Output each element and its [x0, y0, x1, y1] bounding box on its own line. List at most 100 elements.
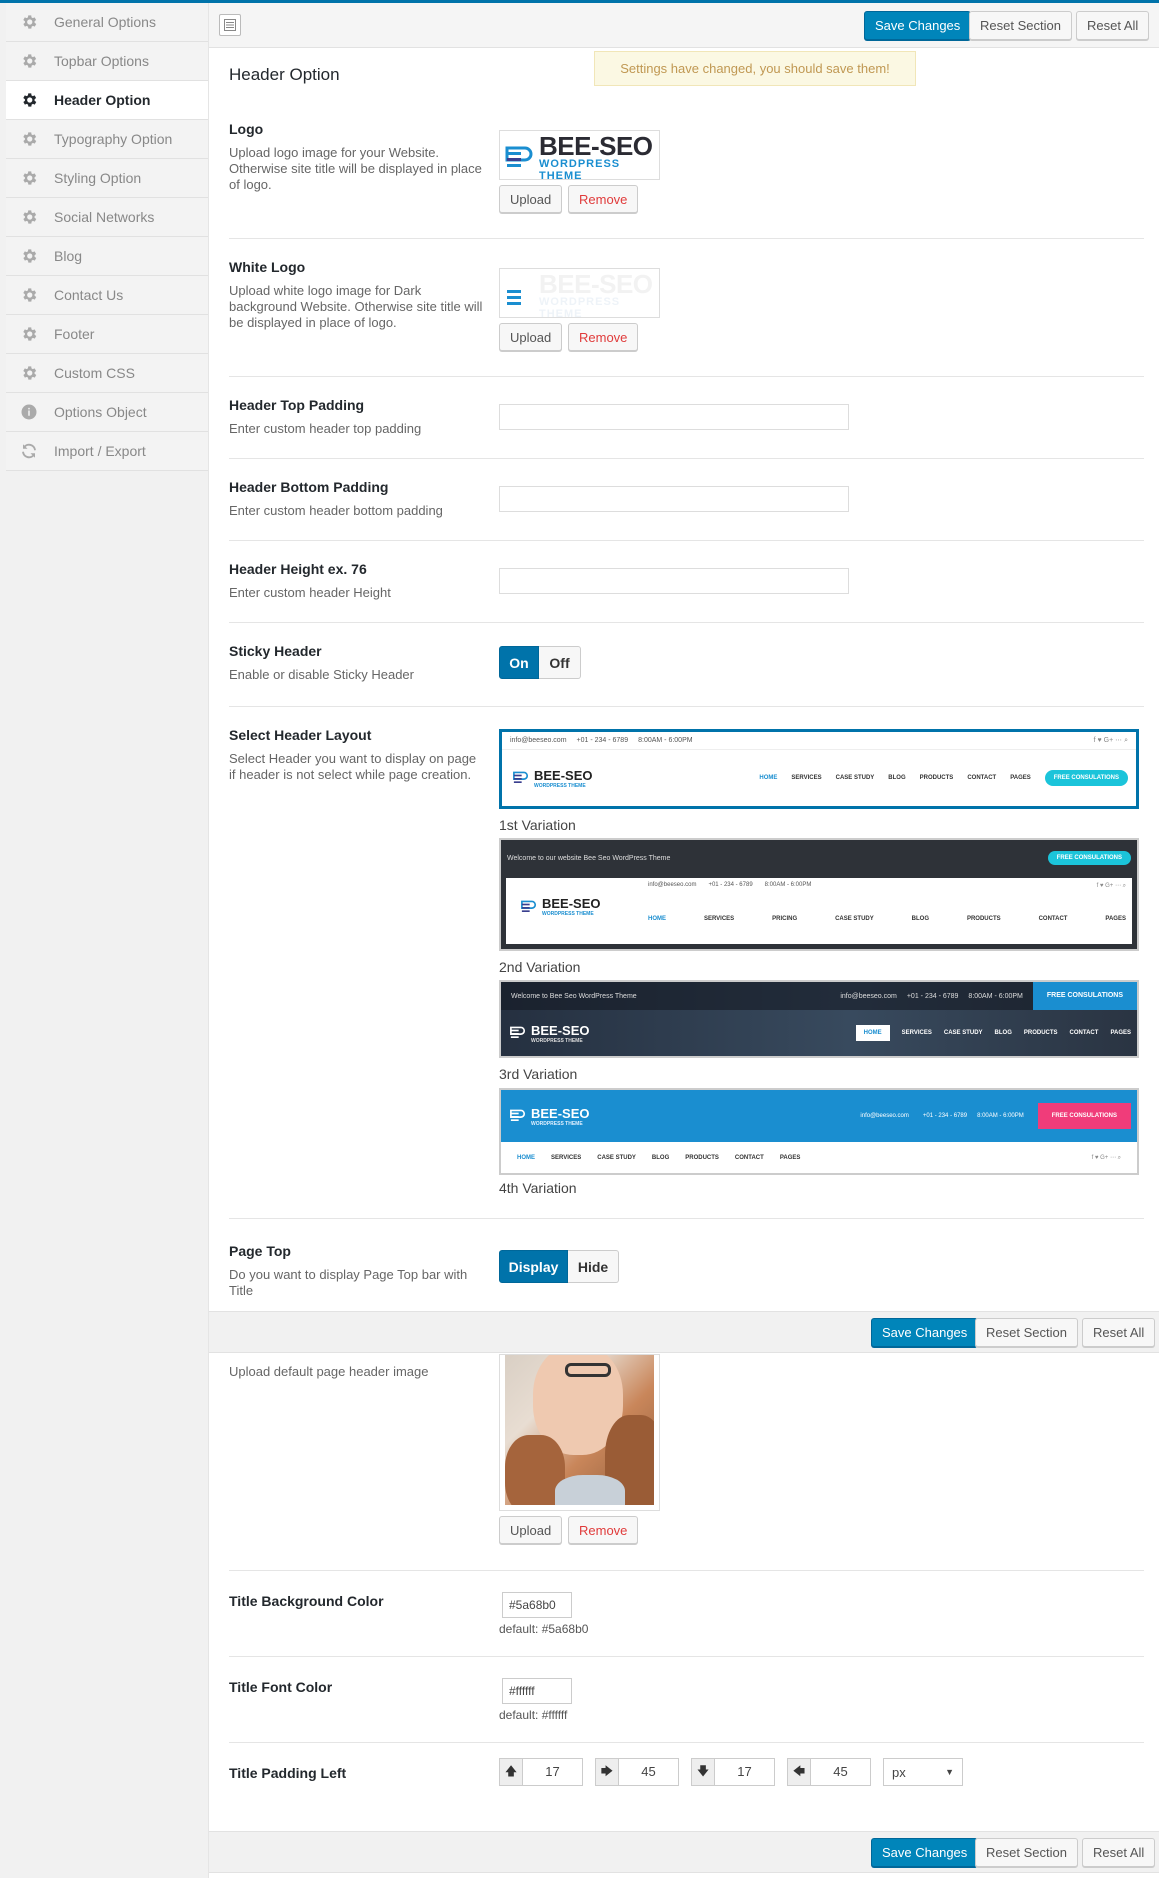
- logo-upload-button[interactable]: Upload: [499, 185, 563, 213]
- nav-pages: PAGES: [1010, 775, 1031, 781]
- reset-section-button[interactable]: Reset Section: [975, 1318, 1078, 1347]
- reset-all-button[interactable]: Reset All: [1076, 11, 1150, 40]
- padding-unit-select[interactable]: px ▼: [883, 1758, 963, 1786]
- logo-field-desc: Upload logo image for your Website. Othe…: [229, 145, 482, 192]
- white-logo-field-desc: Upload white logo image for Dark backgro…: [229, 283, 483, 330]
- bee-logo-icon: [510, 1109, 525, 1121]
- save-changes-button[interactable]: Save Changes: [871, 1318, 979, 1347]
- divider: [229, 1742, 1144, 1743]
- sidebar-item-label: Blog: [54, 248, 83, 264]
- divider: [229, 238, 1144, 239]
- divider: [229, 1570, 1144, 1571]
- preview-brand: BEE-SEO: [534, 767, 593, 783]
- reset-all-button[interactable]: Reset All: [1082, 1318, 1156, 1347]
- sidebar-item-label: Import / Export: [54, 443, 146, 459]
- nav-preview: BEE-SEO WORDPRESS THEME HOME SERVICES CA…: [501, 1010, 1137, 1056]
- expand-options-icon[interactable]: [219, 14, 241, 36]
- sticky-off-button[interactable]: Off: [539, 646, 581, 679]
- padding-right-input[interactable]: 45: [619, 1758, 679, 1786]
- bee-logo-icon: [507, 290, 521, 305]
- page-header-remove-button[interactable]: Remove: [568, 1516, 639, 1544]
- sidebar-item-import-export[interactable]: Import / Export: [6, 432, 208, 471]
- white-logo-image: BEE-SEO WORDPRESS THEME: [503, 272, 656, 320]
- reset-section-button[interactable]: Reset Section: [969, 11, 1072, 40]
- save-changes-button[interactable]: Save Changes: [871, 1838, 979, 1867]
- header-height-input[interactable]: [499, 568, 849, 594]
- reset-all-button[interactable]: Reset All: [1082, 1838, 1156, 1867]
- hours-text: 8:00AM - 6:00PM: [764, 882, 812, 888]
- sidebar-item-header-option[interactable]: Header Option: [6, 81, 208, 120]
- preview-brand: BEE-SEO: [531, 1022, 590, 1038]
- phone-text: +01 - 234 - 6789: [922, 1113, 968, 1119]
- divider: [229, 1656, 1144, 1657]
- padding-left-input[interactable]: 45: [811, 1758, 871, 1786]
- sidebar-item-blog[interactable]: Blog: [6, 237, 208, 276]
- header-layout-desc: Select Header you want to display on pag…: [229, 751, 477, 782]
- white-logo-preview: BEE-SEO WORDPRESS THEME: [499, 268, 660, 320]
- sidebar-item-label: Styling Option: [54, 170, 142, 186]
- arrow-up-icon: 🡅: [499, 1758, 523, 1786]
- cta-button-preview: FREE CONSULATIONS: [1037, 1103, 1131, 1129]
- save-changes-button[interactable]: Save Changes: [864, 11, 972, 40]
- header-layout-option-1[interactable]: info@beeseo.com +01 - 234 - 6789 8:00AM …: [499, 729, 1139, 809]
- gear-icon: [18, 206, 40, 228]
- top-padding-title: Header Top Padding: [229, 397, 365, 413]
- email-text: info@beeseo.com: [648, 882, 697, 888]
- middle-toolbar: Save Changes Reset Section Reset All: [209, 1311, 1159, 1353]
- hours-text: 8:00AM - 6:00PM: [968, 992, 1023, 1000]
- bee-logo-icon: [521, 900, 536, 912]
- sidebar-item-topbar-options[interactable]: Topbar Options: [6, 42, 208, 81]
- header-top-padding-input[interactable]: [499, 404, 849, 430]
- title-bg-color-input[interactable]: #5a68b0: [502, 1592, 572, 1618]
- info-icon: [18, 401, 40, 423]
- page-header-upload-button[interactable]: Upload: [499, 1516, 563, 1544]
- bottom-padding-desc: Enter custom header bottom padding: [229, 503, 443, 518]
- sidebar-item-options-object[interactable]: Options Object: [6, 393, 208, 432]
- reset-section-button[interactable]: Reset Section: [975, 1838, 1078, 1867]
- logo-remove-button[interactable]: Remove: [568, 185, 639, 213]
- gear-icon: [18, 362, 40, 384]
- page-top-toggle: Display Hide: [499, 1250, 619, 1283]
- white-logo-upload-button[interactable]: Upload: [499, 323, 563, 351]
- nav-pages: PAGES: [1110, 1030, 1131, 1036]
- sticky-on-button[interactable]: On: [499, 646, 539, 679]
- padding-top-input[interactable]: 17: [523, 1758, 583, 1786]
- header-layout-title: Select Header Layout: [229, 727, 372, 743]
- header-layout-option-3[interactable]: Welcome to Bee Seo WordPress Theme info@…: [499, 980, 1139, 1058]
- email-text: info@beeseo.com: [840, 992, 897, 1000]
- nav-products: PRODUCTS: [919, 775, 954, 781]
- nav-case-study: CASE STUDY: [835, 775, 875, 781]
- header-layout-option-4[interactable]: BEE-SEO WORDPRESS THEME info@beeseo.com …: [499, 1088, 1139, 1175]
- nav-products: PRODUCTS: [1023, 1030, 1058, 1036]
- variation-caption-2: 2nd Variation: [499, 959, 581, 975]
- preview-brand: BEE-SEO: [531, 1105, 590, 1121]
- sidebar-item-label: General Options: [54, 14, 156, 30]
- white-logo-remove-button[interactable]: Remove: [568, 323, 639, 351]
- sidebar-item-typography-option[interactable]: Typography Option: [6, 120, 208, 159]
- phone-text: +01 - 234 - 6789: [708, 882, 753, 888]
- sidebar-item-styling-option[interactable]: Styling Option: [6, 159, 208, 198]
- bee-logo-icon: [505, 146, 533, 167]
- sidebar-item-footer[interactable]: Footer: [6, 315, 208, 354]
- header-layout-option-2[interactable]: Welcome to our website Bee Seo WordPress…: [499, 838, 1139, 951]
- sidebar-item-contact-us[interactable]: Contact Us: [6, 276, 208, 315]
- options-sidebar: General Options Topbar Options Header Op…: [6, 3, 208, 471]
- top-padding-desc: Enter custom header top padding: [229, 421, 422, 436]
- padding-bottom-input[interactable]: 17: [715, 1758, 775, 1786]
- woman-photo-image: [505, 1355, 654, 1505]
- arrow-right-icon: 🡆: [595, 1758, 619, 1786]
- phone-text: +01 - 234 - 6789: [576, 737, 629, 744]
- white-logo-field-title: White Logo: [229, 259, 306, 275]
- sidebar-item-general-options[interactable]: General Options: [6, 3, 208, 42]
- sidebar-item-custom-css[interactable]: Custom CSS: [6, 354, 208, 393]
- title-font-color-title: Title Font Color: [229, 1679, 333, 1695]
- header-bottom-padding-input[interactable]: [499, 486, 849, 512]
- cta-button-preview: FREE CONSULATIONS: [1044, 770, 1128, 786]
- sticky-header-toggle: On Off: [499, 646, 581, 679]
- nav-preview: HOME SERVICES CASE STUDY BLOG PRODUCTS C…: [501, 1142, 1137, 1173]
- sidebar-item-social-networks[interactable]: Social Networks: [6, 198, 208, 237]
- page-top-hide-button[interactable]: Hide: [568, 1250, 619, 1283]
- page-top-display-button[interactable]: Display: [499, 1250, 568, 1283]
- arrow-down-icon: 🡇: [691, 1758, 715, 1786]
- title-font-color-input[interactable]: #ffffff: [502, 1678, 572, 1704]
